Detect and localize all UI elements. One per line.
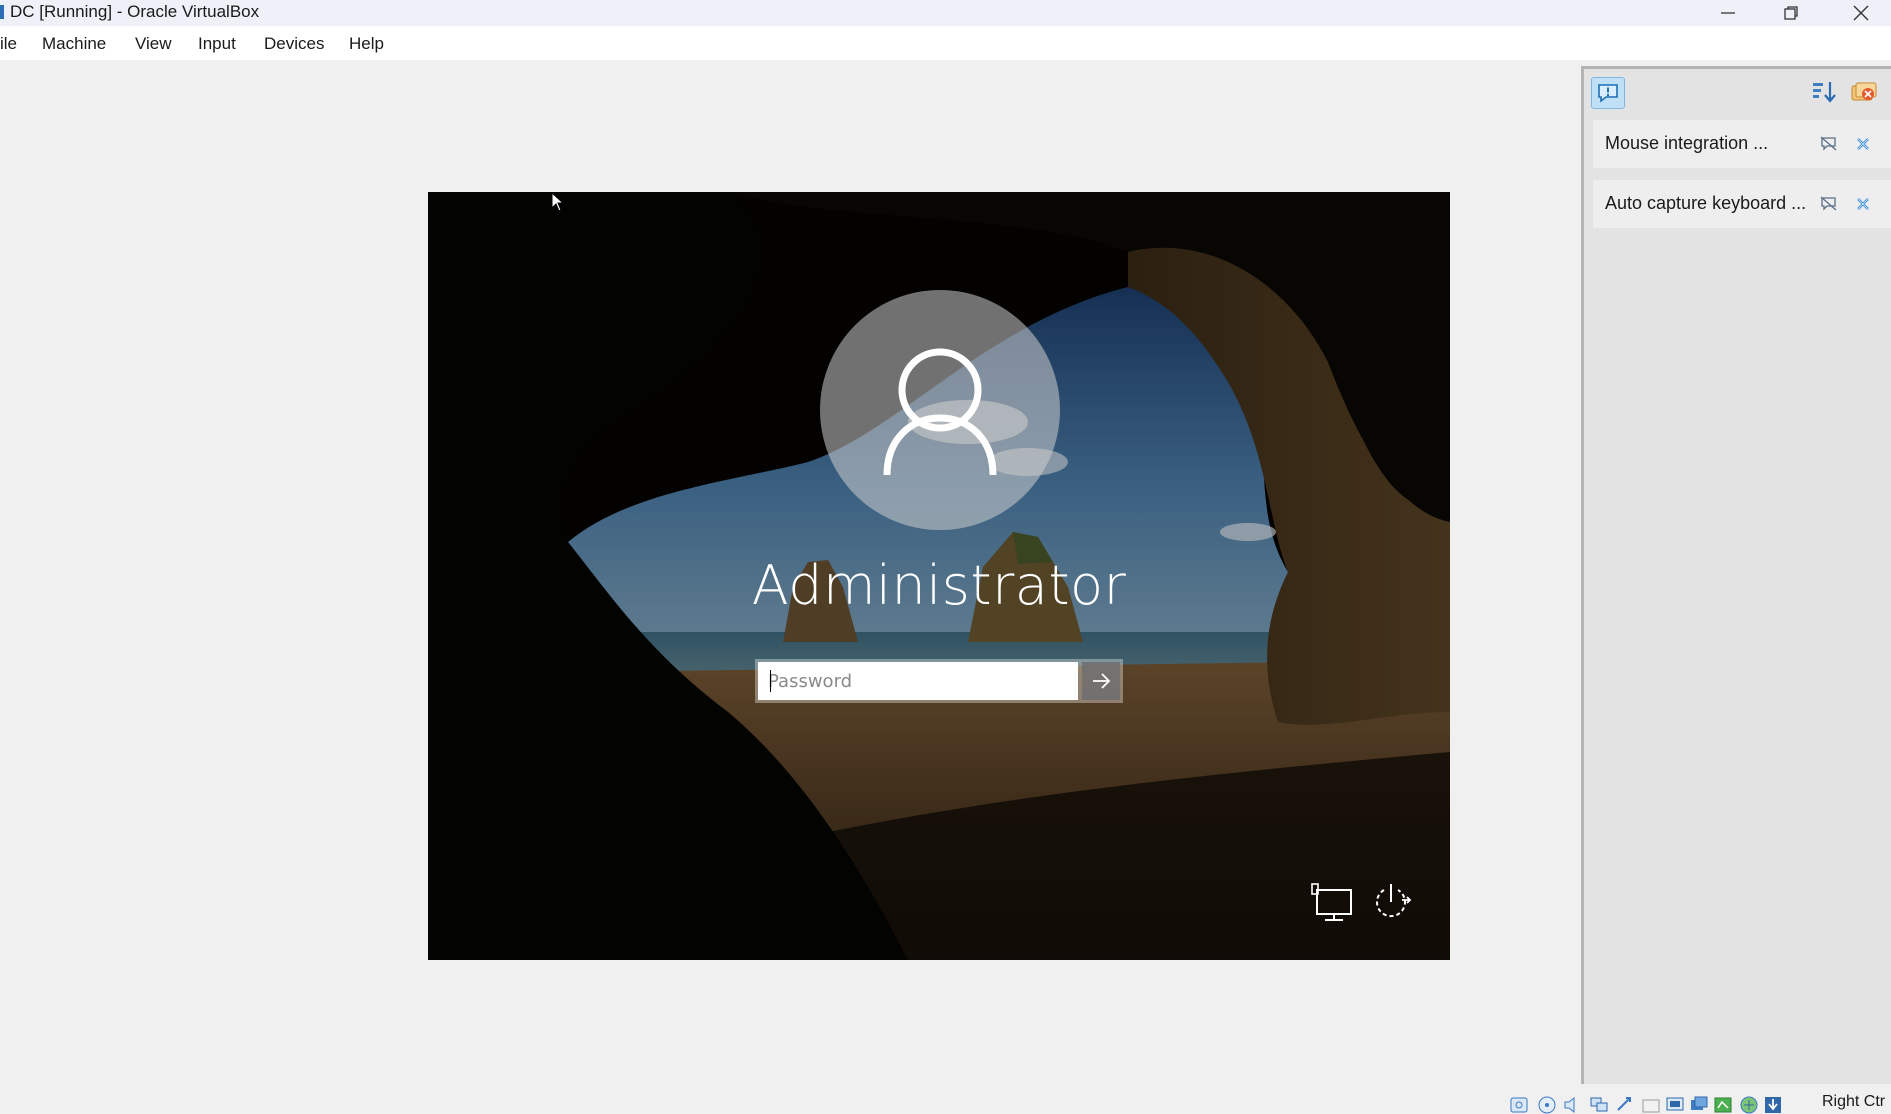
- minimize-icon: [1721, 12, 1735, 14]
- display-icon[interactable]: [1664, 1094, 1686, 1114]
- notification-center-toggle[interactable]: [1591, 77, 1625, 109]
- network-icon: [1311, 883, 1352, 921]
- power-options-icon: [1376, 884, 1412, 918]
- user-avatar-icon: [883, 348, 997, 476]
- notification-label: Mouse integration ...: [1605, 133, 1769, 153]
- virtualbox-app-icon: [0, 5, 4, 19]
- dont-show-again-button[interactable]: [1817, 132, 1841, 156]
- shared-folders-icon[interactable]: [1640, 1094, 1662, 1114]
- sort-order-icon: [1813, 82, 1836, 103]
- mouse-integration-icon[interactable]: [1738, 1094, 1760, 1114]
- notification-auto-capture-keyboard[interactable]: Auto capture keyboard ...: [1593, 180, 1891, 228]
- close-all-icon: [1851, 82, 1877, 101]
- password-input[interactable]: [758, 662, 1078, 700]
- usb-icon[interactable]: [1614, 1094, 1636, 1114]
- close-x-icon: [1857, 138, 1869, 150]
- power-options-button[interactable]: [1368, 880, 1414, 924]
- window-title: DC [Running] - Oracle VirtualBox: [10, 2, 260, 21]
- keyboard-capture-icon[interactable]: [1762, 1094, 1784, 1114]
- password-box: [755, 659, 1123, 703]
- user-avatar: [820, 290, 1060, 530]
- suppress-message-icon: [1820, 196, 1837, 211]
- close-notification-button[interactable]: [1851, 132, 1875, 156]
- suppress-message-icon: [1820, 136, 1837, 151]
- close-icon: [1853, 5, 1869, 21]
- title-bar: DC [Running] - Oracle VirtualBox: [0, 0, 1891, 26]
- hard-disk-activity-icon[interactable]: [1508, 1094, 1530, 1114]
- guest-display[interactable]: Administrator: [428, 192, 1450, 960]
- menu-machine[interactable]: Machine: [42, 34, 106, 54]
- notification-center: Mouse integration ... Auto capture keybo…: [1581, 66, 1891, 1084]
- dont-show-again-button[interactable]: [1817, 192, 1841, 216]
- notification-mouse-integration[interactable]: Mouse integration ...: [1593, 120, 1891, 168]
- menu-input[interactable]: Input: [198, 34, 236, 54]
- menu-view[interactable]: View: [135, 34, 172, 54]
- status-bar: Right Ctr: [1500, 1090, 1891, 1114]
- menu-help[interactable]: Help: [349, 34, 384, 54]
- network-adapter-icon[interactable]: [1588, 1094, 1610, 1114]
- close-x-icon: [1857, 198, 1869, 210]
- close-window-button[interactable]: [1826, 0, 1891, 26]
- network-button[interactable]: [1310, 880, 1356, 924]
- sort-notifications-button[interactable]: [1808, 77, 1840, 107]
- minimize-button[interactable]: [1693, 0, 1763, 26]
- restore-button[interactable]: [1756, 0, 1826, 26]
- menu-devices[interactable]: Devices: [264, 34, 324, 54]
- optical-drive-icon[interactable]: [1536, 1094, 1558, 1114]
- menu-bar: ile Machine View Input Devices Help: [0, 26, 1891, 60]
- video-capture-icon[interactable]: [1688, 1094, 1710, 1114]
- audio-icon[interactable]: [1562, 1094, 1584, 1114]
- virtualization-engine-icon[interactable]: [1712, 1094, 1734, 1114]
- mouse-pointer-icon: [551, 192, 565, 212]
- close-all-notifications-button[interactable]: [1848, 77, 1880, 107]
- exclamation-bubble-icon: [1598, 84, 1618, 103]
- close-notification-button[interactable]: [1851, 192, 1875, 216]
- submit-arrow-icon: [1093, 673, 1111, 689]
- submit-password-button[interactable]: [1082, 662, 1120, 700]
- text-caret: [770, 670, 771, 692]
- restore-icon: [1784, 6, 1798, 20]
- menu-file[interactable]: ile: [0, 34, 17, 54]
- account-username: Administrator: [751, 554, 1127, 617]
- notification-label: Auto capture keyboard ...: [1605, 193, 1807, 213]
- host-key-label: Right Ctr: [1822, 1093, 1886, 1110]
